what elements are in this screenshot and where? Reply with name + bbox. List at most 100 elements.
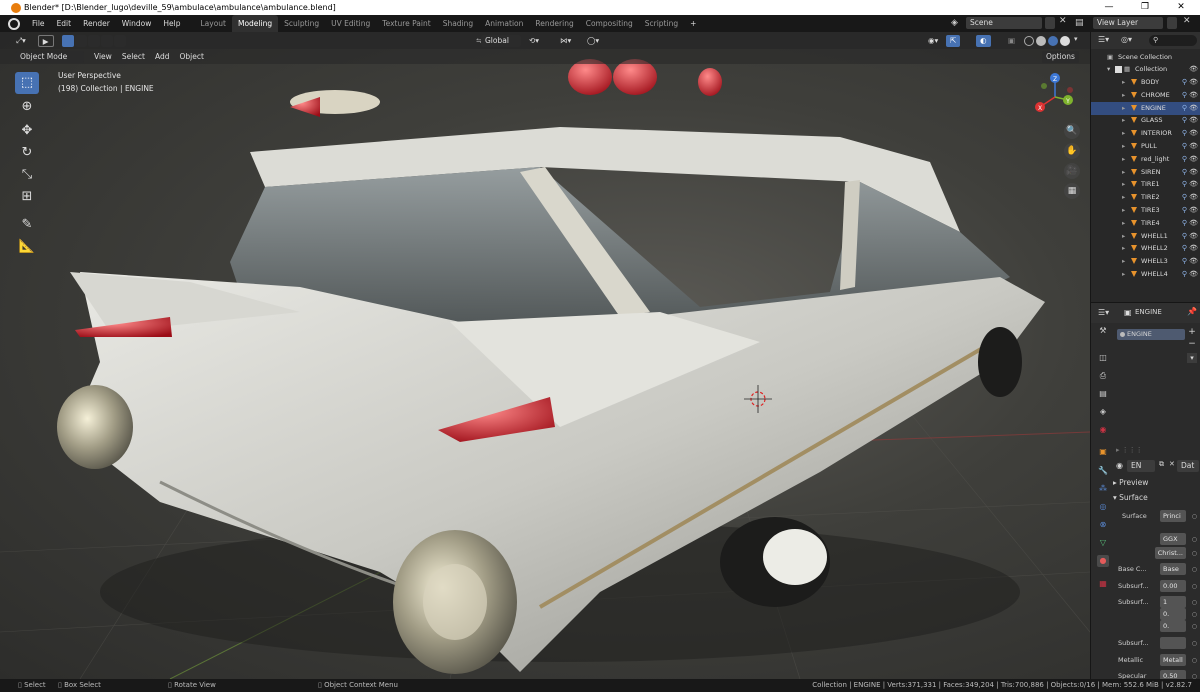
outliner-item-tire2[interactable]: ▸ TIRE2 ⚲ 👁	[1091, 191, 1200, 204]
cursor-tool[interactable]: ⊕	[15, 96, 39, 118]
menu-render[interactable]: Render	[77, 15, 116, 32]
view-layer-selector[interactable]: View Layer	[1093, 17, 1163, 29]
outliner-item-glass[interactable]: ▸ GLASS ⚲ 👁	[1091, 114, 1200, 127]
outliner-item-body[interactable]: ▸ BODY ⚲ 👁	[1091, 76, 1200, 89]
expand-arrow-icon[interactable]: ▸	[1122, 217, 1125, 230]
shading-solid-icon[interactable]	[1036, 36, 1046, 46]
outliner-item-chrome[interactable]: ▸ CHROME ⚲ 👁	[1091, 89, 1200, 102]
property-value-field[interactable]: 0.	[1160, 608, 1186, 620]
tab-scripting[interactable]: Scripting	[639, 15, 684, 32]
select-new-icon[interactable]	[61, 34, 74, 47]
new-scene-icon[interactable]	[1045, 17, 1055, 29]
outliner-editor-icon[interactable]: ☰▾	[1098, 35, 1109, 44]
ortho-grid-icon[interactable]: ▦	[1064, 183, 1080, 199]
select-subtract-icon[interactable]	[87, 34, 100, 47]
shading-options-icon[interactable]: ▾	[1074, 35, 1078, 43]
material-tab-icon[interactable]: ●	[1097, 555, 1109, 567]
delete-scene-icon[interactable]: ✕	[1059, 16, 1067, 26]
physics-icon[interactable]: ◎	[1097, 501, 1109, 513]
move-tool[interactable]: ✥	[15, 120, 39, 142]
collection-row[interactable]: ▾ ▦ Collection 👁	[1091, 63, 1200, 76]
tab-shading[interactable]: Shading	[437, 15, 479, 32]
material-name-field[interactable]: EN	[1127, 460, 1155, 472]
property-value-field[interactable]: 0.	[1160, 620, 1186, 632]
viewport-menu-object[interactable]: Object	[175, 51, 207, 63]
scale-tool[interactable]: ⤡	[15, 164, 39, 186]
blender-menu-icon[interactable]	[8, 17, 20, 30]
eye-icon[interactable]: 👁	[1189, 140, 1198, 153]
eye-icon[interactable]: 👁	[1189, 217, 1198, 230]
tab-animation[interactable]: Animation	[479, 15, 529, 32]
add-slot-button[interactable]: +	[1187, 327, 1197, 337]
tab-uv-editing[interactable]: UV Editing	[325, 15, 376, 32]
expand-arrow-icon[interactable]: ▸	[1122, 204, 1125, 217]
menu-window[interactable]: Window	[116, 15, 158, 32]
surface-panel-header[interactable]: ▾ Surface	[1113, 493, 1148, 502]
outliner-item-tire4[interactable]: ▸ TIRE4 ⚲ 👁	[1091, 217, 1200, 230]
texture-icon[interactable]: ▦	[1097, 578, 1109, 590]
material-slot-list-item[interactable]: ENGINE	[1117, 329, 1185, 340]
editor-type-icon[interactable]: ⤢▾	[12, 35, 30, 47]
measure-tool[interactable]: 📐	[15, 236, 39, 258]
outliner-item-tire3[interactable]: ▸ TIRE3 ⚲ 👁	[1091, 204, 1200, 217]
socket-link-icon[interactable]: ○	[1192, 547, 1197, 560]
eye-icon[interactable]: 👁	[1189, 76, 1198, 89]
object-data-tab-icon[interactable]: ▽	[1097, 537, 1109, 549]
eye-icon[interactable]: 👁	[1189, 255, 1198, 268]
outliner-item-pull[interactable]: ▸ PULL ⚲ 👁	[1091, 140, 1200, 153]
eye-icon[interactable]: 👁	[1189, 268, 1198, 281]
scene-selector[interactable]: Scene	[966, 17, 1042, 29]
outliner-item-interior[interactable]: ▸ INTERIOR ⚲ 👁	[1091, 127, 1200, 140]
menu-edit[interactable]: Edit	[51, 15, 78, 32]
socket-link-icon[interactable]: ○	[1192, 620, 1197, 633]
tab-texture-paint[interactable]: Texture Paint	[376, 15, 436, 32]
socket-link-icon[interactable]: ○	[1192, 533, 1197, 546]
pivot-point-icon[interactable]: ⟲▾	[525, 35, 543, 47]
maximize-button[interactable]: ❐	[1127, 0, 1163, 15]
display-mode-icon[interactable]: ◎▾	[1121, 35, 1132, 44]
viewport-menu-select[interactable]: Select	[118, 51, 149, 63]
eye-icon[interactable]: 👁	[1189, 63, 1198, 76]
expand-arrow-icon[interactable]: ▸	[1122, 166, 1125, 179]
outliner-item-red_light[interactable]: ▸ red_light ⚲ 👁	[1091, 153, 1200, 166]
remove-slot-button[interactable]: −	[1187, 339, 1197, 349]
expand-arrow-icon[interactable]: ▸	[1122, 76, 1125, 89]
shading-rendered-icon[interactable]	[1060, 36, 1070, 46]
snap-icon[interactable]: ⋈▾	[556, 35, 575, 47]
eye-icon[interactable]: 👁	[1189, 242, 1198, 255]
eye-icon[interactable]: 👁	[1189, 127, 1198, 140]
exclude-checkbox[interactable]	[1115, 66, 1122, 73]
expand-arrow-icon[interactable]: ▸	[1122, 114, 1125, 127]
eye-icon[interactable]: 👁	[1189, 230, 1198, 243]
eye-icon[interactable]: 👁	[1189, 114, 1198, 127]
expand-arrow-icon[interactable]: ▸	[1122, 127, 1125, 140]
material-fake-user-icon[interactable]: ⧉	[1159, 460, 1164, 469]
expand-arrow-icon[interactable]: ▸	[1122, 89, 1125, 102]
property-value-field[interactable]: 1	[1160, 596, 1186, 608]
transform-tool[interactable]: ⊞	[15, 186, 39, 208]
properties-editor-icon[interactable]: ☰▾	[1098, 308, 1109, 317]
select-invert-icon[interactable]	[100, 34, 113, 47]
tab-compositing[interactable]: Compositing	[580, 15, 639, 32]
material-unlink-icon[interactable]: ✕	[1169, 460, 1175, 468]
expand-arrow-icon[interactable]: ▸	[1122, 153, 1125, 166]
eye-icon[interactable]: 👁	[1189, 178, 1198, 191]
add-workspace-button[interactable]: +	[684, 15, 702, 32]
menu-file[interactable]: File	[26, 15, 51, 32]
particles-icon[interactable]: ⁂	[1097, 483, 1109, 495]
navigation-gizmo[interactable]: Z X Y	[1030, 72, 1080, 122]
property-value-field[interactable]: Christ...	[1154, 547, 1186, 559]
select-extend-icon[interactable]	[74, 34, 87, 47]
zoom-icon[interactable]: 🔍	[1064, 123, 1080, 139]
gizmo-toggle-icon[interactable]: ⇱	[946, 35, 961, 47]
object-mode-dropdown[interactable]: Object Mode	[16, 50, 84, 63]
select-box-tool[interactable]: ⬚	[15, 72, 39, 94]
material-browse-icon[interactable]: ◉	[1116, 461, 1123, 470]
property-value-field[interactable]: Princi	[1160, 510, 1186, 522]
expand-arrow-icon[interactable]: ▸	[1122, 178, 1125, 191]
view-layer-tab-icon[interactable]: ▤	[1097, 388, 1109, 400]
camera-view-icon[interactable]: 🎥	[1064, 163, 1080, 179]
eye-icon[interactable]: 👁	[1189, 204, 1198, 217]
shading-material-icon[interactable]	[1048, 36, 1058, 46]
expand-arrow-icon[interactable]: ▸	[1122, 268, 1125, 281]
